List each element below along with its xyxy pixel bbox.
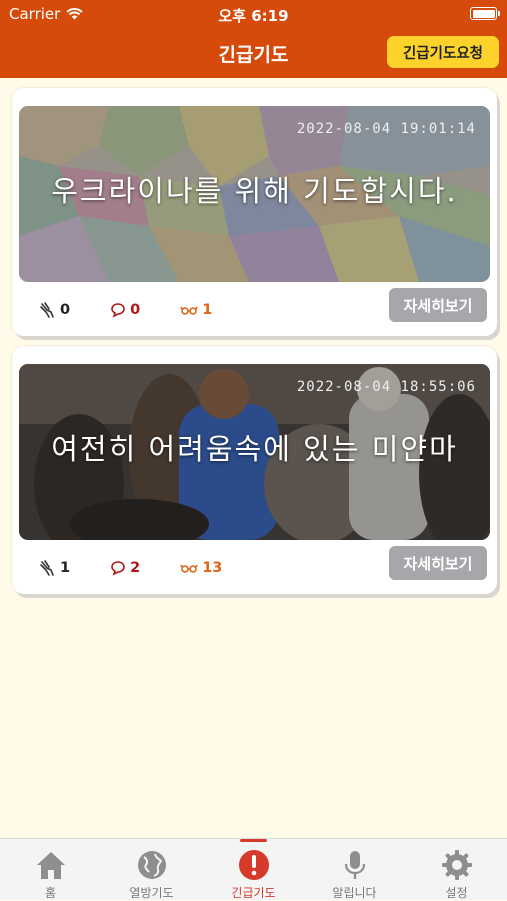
post-date: 2022-08-04 18:55:06 [296, 379, 476, 395]
glasses-icon [180, 306, 198, 315]
comment-icon [111, 303, 125, 318]
comment-count[interactable]: 2 [110, 560, 140, 576]
comment-count[interactable]: 0 [110, 302, 140, 318]
praying-hands-icon [40, 302, 54, 318]
battery-icon [470, 7, 500, 20]
post-title: 여전히 어려움속에 있는 미얀마 [51, 432, 458, 466]
header-bar: Carrier 오후 6:19 긴급기도 긴급기도요청 [0, 0, 507, 78]
emergency-prayer-request-button[interactable]: 긴급기도요청 [387, 36, 499, 68]
tab-settings[interactable]: 설정 [406, 839, 507, 901]
prayer-card[interactable]: 2022-08-04 19:01:14 우크라이나를 위해 기도합시다. 0 0… [12, 88, 497, 336]
tab-nations-prayer[interactable]: 열방기도 [101, 839, 202, 901]
view-details-button[interactable]: 자세히보기 [389, 546, 487, 580]
post-title: 우크라이나를 위해 기도합시다. [51, 174, 458, 208]
prayer-card[interactable]: 2022-08-04 18:55:06 여전히 어려움속에 있는 미얀마 1 2… [12, 346, 497, 594]
gear-icon [441, 850, 472, 880]
card-image[interactable]: 2022-08-04 19:01:14 우크라이나를 위해 기도합시다. [19, 106, 490, 282]
pray-count[interactable]: 1 [38, 559, 70, 577]
microphone-icon [344, 851, 365, 879]
tab-bar: 홈 열방기도 긴급기도 알립니다 설정 [0, 838, 507, 900]
alert-icon [238, 850, 269, 880]
view-count: 1 [180, 302, 212, 318]
view-details-button[interactable]: 자세히보기 [389, 288, 487, 322]
post-date: 2022-08-04 19:01:14 [296, 121, 476, 137]
view-count: 13 [180, 560, 222, 576]
pray-count[interactable]: 0 [38, 301, 70, 319]
home-icon [36, 852, 65, 879]
glasses-icon [180, 564, 198, 573]
card-image[interactable]: 2022-08-04 18:55:06 여전히 어려움속에 있는 미얀마 [19, 364, 490, 540]
tab-announcements[interactable]: 알립니다 [304, 839, 405, 901]
tab-emergency-prayer[interactable]: 긴급기도 [203, 839, 304, 901]
globe-icon [137, 851, 166, 879]
status-bar: Carrier 오후 6:19 [0, 0, 507, 28]
praying-hands-icon [40, 560, 54, 576]
tab-home[interactable]: 홈 [0, 839, 101, 901]
clock: 오후 6:19 [218, 7, 289, 25]
card-stats: 0 0 1 [38, 298, 252, 322]
comment-icon [111, 561, 125, 576]
card-stats: 1 2 13 [38, 556, 262, 580]
